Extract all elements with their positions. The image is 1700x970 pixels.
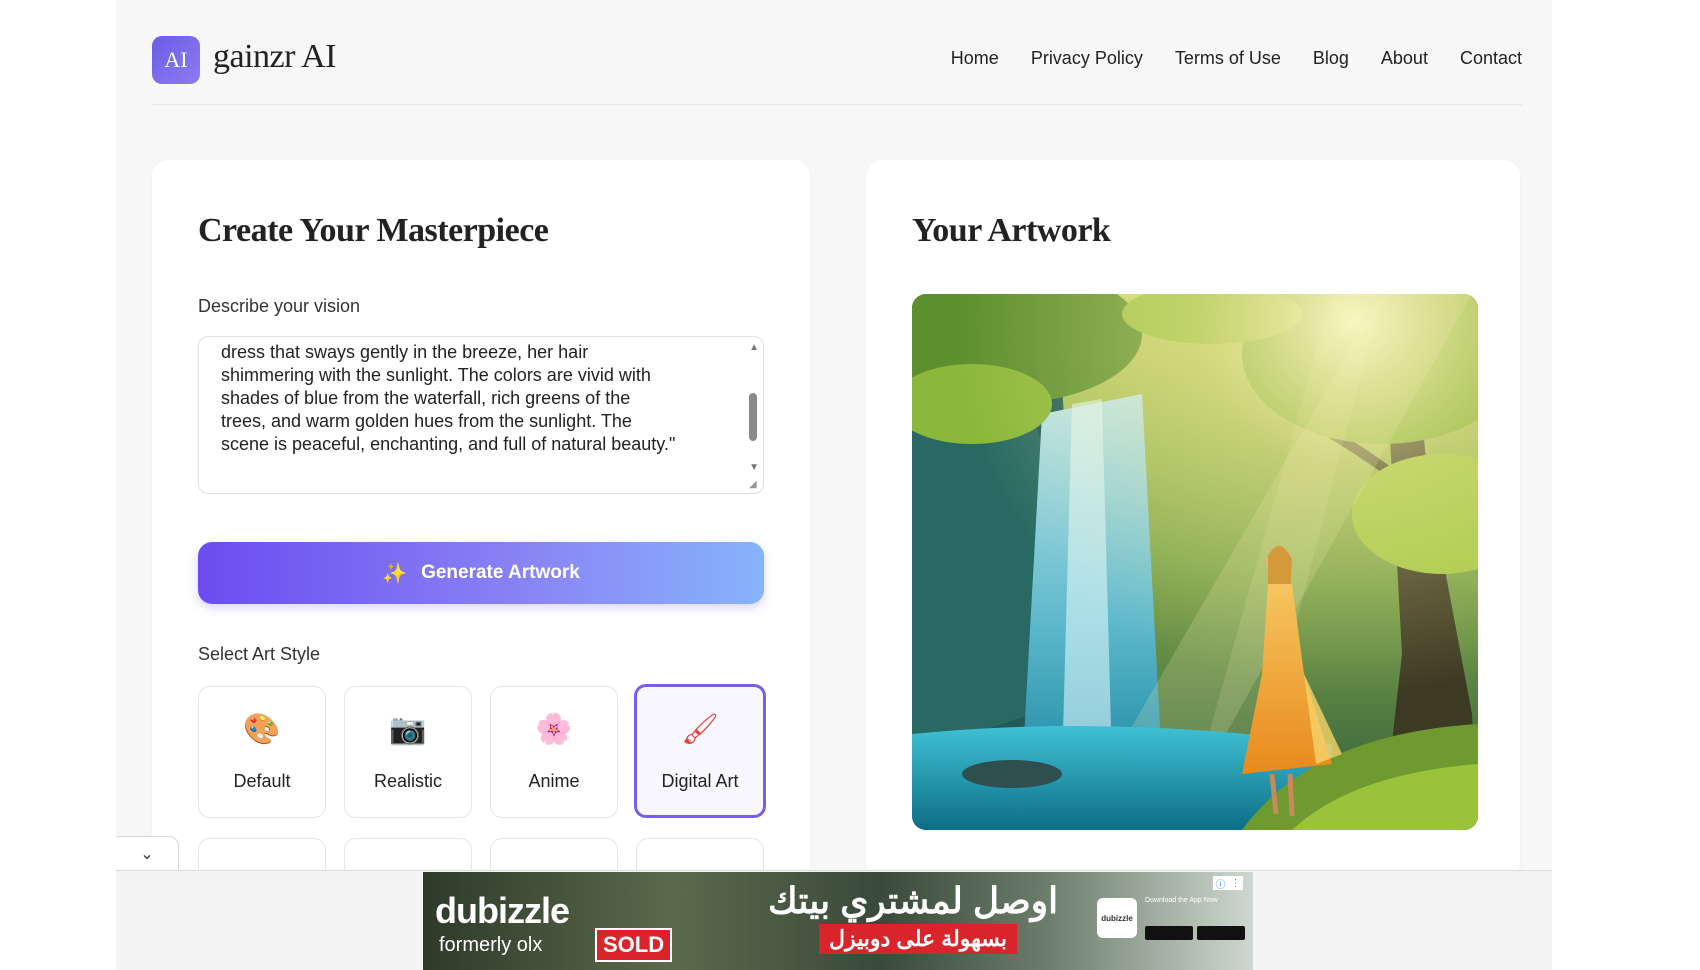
sparkles-icon: ✨: [382, 562, 408, 585]
create-card: Create Your Masterpiece Describe your vi…: [152, 160, 810, 880]
artwork-card: Your Artwork: [866, 160, 1520, 880]
generate-artwork-button[interactable]: ✨ Generate Artwork: [198, 542, 764, 604]
nav-contact[interactable]: Contact: [1460, 48, 1522, 69]
chevron-down-icon: ⌄: [140, 846, 154, 863]
style-option-default[interactable]: 🎨 Default: [198, 686, 326, 818]
prompt-text[interactable]: dress that sways gently in the breeze, h…: [221, 341, 721, 456]
ad-banner[interactable]: dubizzle formerly olx SOLD اوصل لمشتري ب…: [423, 872, 1253, 970]
main-nav: Home Privacy Policy Terms of Use Blog Ab…: [951, 48, 1522, 69]
header-divider: [152, 104, 1522, 105]
style-label-anime: Anime: [528, 771, 580, 791]
resize-grip-icon[interactable]: ◢: [749, 479, 761, 491]
ad-sold-sign: SOLD: [595, 928, 673, 962]
app-store-badge-icon: [1145, 926, 1193, 940]
ad-app-icon: dubizzle: [1097, 898, 1137, 938]
style-label-realistic: Realistic: [373, 771, 443, 791]
style-label-digital-art: Digital Art: [661, 771, 739, 791]
style-option-anime[interactable]: 🌸 Anime: [490, 686, 618, 818]
scroll-down-arrow-icon[interactable]: ▼: [749, 463, 759, 473]
nav-home[interactable]: Home: [951, 48, 999, 69]
style-option-digital-art[interactable]: 🖌 Digital Art: [634, 684, 766, 818]
collapse-toggle-button[interactable]: ⌄: [116, 836, 179, 871]
prompt-label: Describe your vision: [198, 296, 361, 316]
ad-small-text: Download the App Now: [1145, 897, 1218, 904]
logo-badge[interactable]: AI: [152, 36, 200, 84]
artwork-title: Your Artwork: [912, 212, 1111, 249]
ad-subheadline: بسهولة على دوبيزل: [819, 924, 1018, 954]
palette-icon: 🎨: [243, 713, 281, 746]
paintbrush-icon: 🖌: [680, 713, 720, 746]
nav-terms-of-use[interactable]: Terms of Use: [1175, 48, 1281, 69]
textarea-scrollbar-thumb[interactable]: [749, 393, 757, 441]
art-style-label: Select Art Style: [198, 644, 321, 664]
nav-privacy-policy[interactable]: Privacy Policy: [1031, 48, 1143, 69]
more-options-icon[interactable]: ⋮: [1231, 878, 1241, 889]
page: AI gainzr AI Home Privacy Policy Terms o…: [116, 0, 1552, 970]
camera-icon: 📷: [389, 713, 427, 746]
prompt-textarea[interactable]: dress that sways gently in the breeze, h…: [198, 336, 764, 494]
create-title: Create Your Masterpiece: [198, 212, 549, 249]
ad-headline: اوصل لمشتري بيتك: [768, 880, 1059, 921]
ad-store-badges: [1145, 926, 1245, 940]
scroll-up-arrow-icon[interactable]: ▲: [749, 343, 759, 353]
ad-choices[interactable]: ⓘ ⋮: [1213, 876, 1243, 891]
waterfall-scene-illustration: [912, 294, 1478, 830]
ad-subtitle: formerly olx: [439, 934, 543, 956]
logo-text[interactable]: gainzr AI: [213, 38, 336, 76]
nav-blog[interactable]: Blog: [1313, 48, 1349, 69]
flower-icon: 🌸: [535, 713, 573, 746]
nav-about[interactable]: About: [1381, 48, 1428, 69]
generated-artwork-image[interactable]: [912, 294, 1478, 830]
info-icon[interactable]: ⓘ: [1216, 876, 1226, 891]
ad-brand: dubizzle: [435, 890, 570, 931]
google-play-badge-icon: [1197, 926, 1245, 940]
generate-artwork-label: Generate Artwork: [421, 562, 580, 583]
style-label-default: Default: [233, 771, 291, 791]
style-option-realistic[interactable]: 📷 Realistic: [344, 686, 472, 818]
